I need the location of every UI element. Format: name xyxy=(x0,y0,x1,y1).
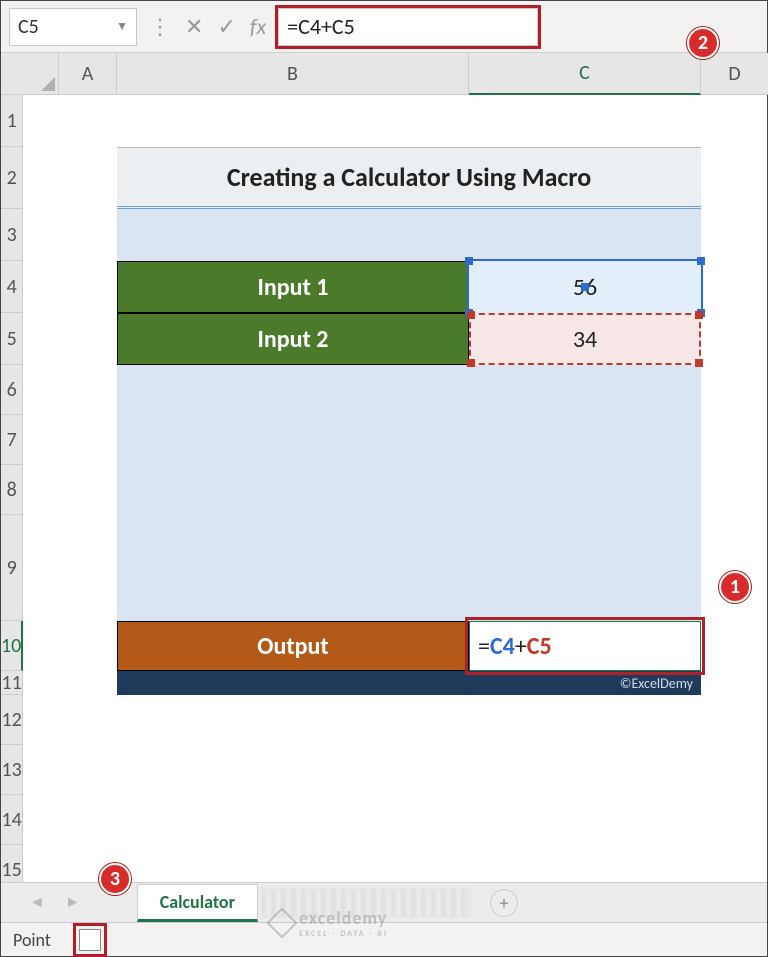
status-mode: Point xyxy=(13,929,51,951)
row-header[interactable]: 4 xyxy=(1,261,23,313)
row-header[interactable]: 10 xyxy=(1,621,23,671)
col-header-C[interactable]: C xyxy=(469,53,701,95)
row-header[interactable]: 5 xyxy=(1,313,23,365)
formula-bar: C5 ▼ ⋮ ✕ ✓ fx =C4+C5 xyxy=(1,1,767,53)
row-header[interactable]: 8 xyxy=(1,465,23,515)
row-header[interactable]: 3 xyxy=(1,209,23,261)
input-row-1: Input 1 56 xyxy=(117,261,701,313)
copyright-text: ©ExcelDemy xyxy=(620,675,693,692)
cell-C5[interactable]: 34 xyxy=(469,313,701,365)
formula-ref-c4: C4 xyxy=(490,632,515,661)
chevron-down-icon[interactable]: ▼ xyxy=(116,19,128,34)
confirm-icon[interactable]: ✓ xyxy=(217,13,235,40)
sheet-tab-calculator[interactable]: Calculator xyxy=(137,884,258,922)
input2-label: Input 2 xyxy=(117,313,469,365)
formula-equals: = xyxy=(478,632,490,661)
tab-nav-next-icon[interactable]: ► xyxy=(57,893,89,912)
cell-C4-value: 56 xyxy=(573,273,597,302)
callout-badge-1: 1 xyxy=(719,571,751,603)
formula-input[interactable]: =C4+C5 xyxy=(278,8,538,46)
row-header[interactable]: 1 xyxy=(1,95,23,147)
row-header[interactable]: 13 xyxy=(1,745,23,795)
calculator-block: Creating a Calculator Using Macro Input … xyxy=(117,147,701,695)
row-header[interactable]: 11 xyxy=(1,671,23,695)
copyright-row: ©ExcelDemy xyxy=(117,671,701,695)
name-box-value: C5 xyxy=(18,15,39,39)
col-header-A[interactable]: A xyxy=(59,53,117,95)
calculator-title: Creating a Calculator Using Macro xyxy=(117,147,701,209)
col-header-B[interactable]: B xyxy=(117,53,469,95)
row-header[interactable]: 9 xyxy=(1,515,23,621)
output-label: Output xyxy=(117,621,469,671)
formula-plus: + xyxy=(515,632,527,661)
row-header[interactable]: 14 xyxy=(1,795,23,845)
formula-controls: ⋮ ✕ ✓ fx xyxy=(143,13,272,40)
input-row-2: Input 2 34 xyxy=(117,313,701,365)
input1-label: Input 1 xyxy=(117,261,469,313)
macro-record-button[interactable] xyxy=(79,929,101,951)
sheet-tab-hidden[interactable] xyxy=(262,889,470,917)
row-header[interactable]: 7 xyxy=(1,415,23,465)
row-header[interactable]: 2 xyxy=(1,147,23,209)
formula-ref-c5: C5 xyxy=(527,632,552,661)
cancel-icon[interactable]: ✕ xyxy=(185,13,203,40)
cell-C10[interactable]: =C4+C5 xyxy=(469,621,701,671)
annotation-box xyxy=(73,923,107,957)
add-sheet-button[interactable]: + xyxy=(490,889,518,917)
name-box[interactable]: C5 ▼ xyxy=(9,8,137,46)
status-bar: Point xyxy=(1,922,767,956)
row-header[interactable]: 6 xyxy=(1,365,23,415)
select-all-corner[interactable] xyxy=(1,53,59,95)
cell-C5-value: 34 xyxy=(573,325,597,354)
output-row: Output =C4+C5 xyxy=(117,621,701,671)
fx-icon[interactable]: fx xyxy=(250,13,266,40)
tab-nav-prev-icon[interactable]: ◄ xyxy=(21,893,53,912)
col-header-D[interactable]: D xyxy=(701,53,768,95)
cell-C4[interactable]: 56 xyxy=(469,261,701,313)
spreadsheet-grid: A B C D 1 2 3 4 5 6 7 8 9 10 11 12 13 14… xyxy=(1,53,767,873)
callout-badge-2: 2 xyxy=(687,27,719,59)
formula-text: =C4+C5 xyxy=(287,13,355,40)
row-header[interactable]: 12 xyxy=(1,695,23,745)
callout-badge-3: 3 xyxy=(99,863,131,895)
dots-icon: ⋮ xyxy=(149,13,171,40)
